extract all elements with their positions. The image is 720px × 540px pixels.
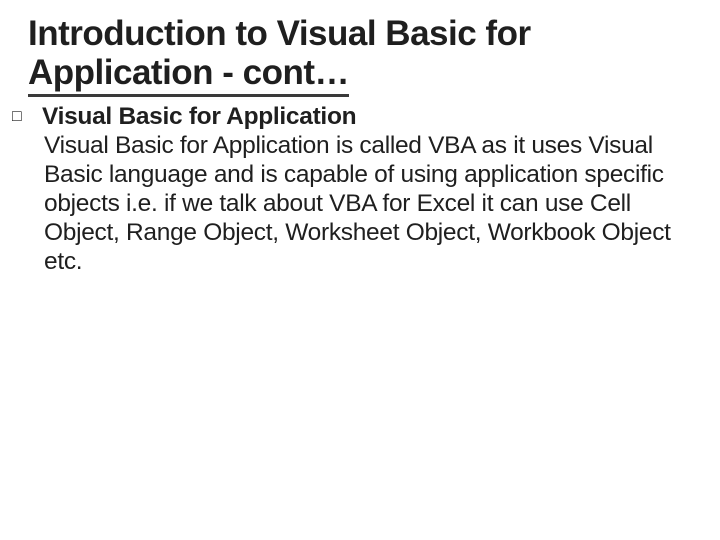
- bullet-heading-first-word: Visual: [42, 103, 112, 130]
- title-line-2: Application - cont…: [28, 53, 349, 97]
- slide-container: Introduction to Visual Basic for Applica…: [0, 0, 720, 277]
- bullet-item: □Visual Basic for Application Visual Bas…: [28, 103, 692, 276]
- title-line-1: Introduction to Visual Basic for: [28, 14, 531, 53]
- square-bullet-icon: □: [28, 108, 42, 127]
- body-content: □Visual Basic for Application Visual Bas…: [28, 103, 692, 276]
- slide-title: Introduction to Visual Basic for Applica…: [28, 14, 692, 97]
- bullet-heading-rest: Basic for Application: [112, 103, 356, 130]
- bullet-body-text: Visual Basic for Application is called V…: [44, 132, 692, 277]
